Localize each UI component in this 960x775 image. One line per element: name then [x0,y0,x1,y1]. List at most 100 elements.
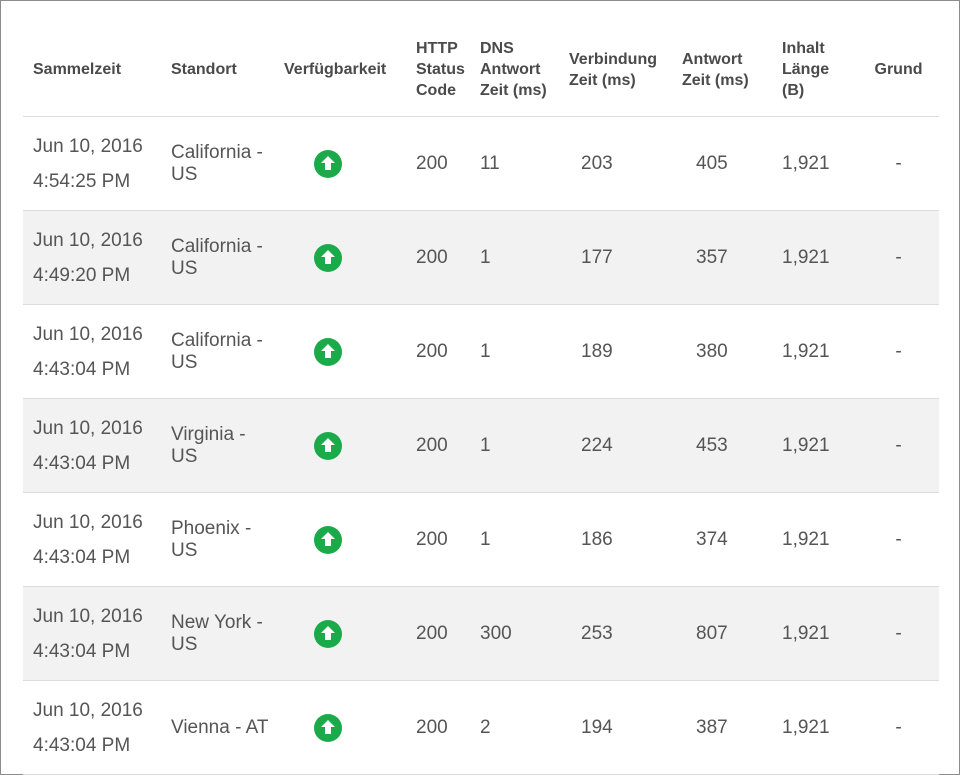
date-text: Jun 10, 2016 [33,229,143,251]
cell-connect-time: 177 [559,210,672,305]
cell-sammelzeit: Jun 10, 2016 4:43:04 PM [23,398,161,493]
cell-verfuegbarkeit [274,398,406,493]
header-inhalt[interactable]: Inhalt Länge (B) [772,23,858,117]
header-http-status[interactable]: HTTP Status Code [406,23,470,117]
date-text: Jun 10, 2016 [33,417,143,439]
cell-connect-time: 186 [559,492,672,587]
cell-status-code: 200 [406,398,470,493]
table-row[interactable]: Jun 10, 2016 4:54:25 PM California - US 2… [23,116,939,211]
cell-standort: California - US [161,210,274,305]
time-text: 4:43:04 PM [33,734,131,756]
table-row[interactable]: Jun 10, 2016 4:43:04 PM Vienna - AT 200 2… [23,680,939,775]
table-row[interactable]: Jun 10, 2016 4:43:04 PM New York - US 200… [23,586,939,681]
table-row[interactable]: Jun 10, 2016 4:43:04 PM Virginia - US 200… [23,398,939,493]
header-verfuegbarkeit[interactable]: Verfügbarkeit [274,23,406,117]
header-row: Sammelzeit Standort Verfügbarkeit HTTP St… [23,23,939,117]
cell-verfuegbarkeit [274,586,406,681]
table-row[interactable]: Jun 10, 2016 4:43:04 PM Phoenix - US 200 … [23,492,939,587]
results-panel: Sammelzeit Standort Verfügbarkeit HTTP St… [0,0,960,775]
up-arrow-icon [314,243,342,272]
up-arrow-icon [314,149,342,178]
cell-content-length: 1,921 [772,398,858,493]
time-text: 4:49:20 PM [33,264,131,286]
header-line: Inhalt [782,40,825,57]
cell-dns-time: 1 [470,398,559,493]
cell-status-code: 200 [406,680,470,775]
cell-content-length: 1,921 [772,304,858,399]
cell-connect-time: 194 [559,680,672,775]
cell-status-code: 200 [406,116,470,211]
cell-dns-time: 300 [470,586,559,681]
cell-dns-time: 1 [470,304,559,399]
cell-verfuegbarkeit [274,304,406,399]
header-line: Status [416,61,465,78]
cell-status-code: 200 [406,210,470,305]
time-text: 4:43:04 PM [33,546,131,568]
up-arrow-icon [314,525,342,554]
header-grund[interactable]: Grund [858,23,939,117]
up-arrow-icon [314,713,342,742]
header-dns[interactable]: DNS Antwort Zeit (ms) [470,23,559,117]
cell-content-length: 1,921 [772,492,858,587]
header-line: Länge [782,61,830,78]
date-text: Jun 10, 2016 [33,135,143,157]
header-line: Zeit (ms) [480,82,547,99]
cell-content-length: 1,921 [772,116,858,211]
cell-dns-time: 1 [470,210,559,305]
cell-status-code: 200 [406,492,470,587]
cell-sammelzeit: Jun 10, 2016 4:43:04 PM [23,492,161,587]
header-line: Zeit (ms) [682,71,749,89]
cell-reason: - [858,680,939,775]
cell-content-length: 1,921 [772,210,858,305]
header-line: Code [416,82,456,99]
header-verbindung[interactable]: Verbindung Zeit (ms) [559,23,672,117]
header-line: DNS [480,40,514,57]
up-arrow-icon [314,619,342,648]
time-text: 4:43:04 PM [33,640,131,662]
time-text: 4:43:04 PM [33,358,131,380]
cell-content-length: 1,921 [772,586,858,681]
cell-dns-time: 1 [470,492,559,587]
up-arrow-icon [314,337,342,366]
header-sammelzeit[interactable]: Sammelzeit [23,23,161,117]
cell-verfuegbarkeit [274,680,406,775]
cell-standort: Virginia - US [161,398,274,493]
cell-sammelzeit: Jun 10, 2016 4:54:25 PM [23,116,161,211]
cell-connect-time: 253 [559,586,672,681]
cell-response-time: 405 [672,116,772,211]
time-text: 4:43:04 PM [33,452,131,474]
header-standort[interactable]: Standort [161,23,274,117]
cell-content-length: 1,921 [772,680,858,775]
cell-connect-time: 189 [559,304,672,399]
table-row[interactable]: Jun 10, 2016 4:49:20 PM California - US 2… [23,210,939,305]
header-line: HTTP [416,40,458,57]
cell-response-time: 387 [672,680,772,775]
cell-standort: Phoenix - US [161,492,274,587]
cell-sammelzeit: Jun 10, 2016 4:43:04 PM [23,586,161,681]
date-text: Jun 10, 2016 [33,323,143,345]
cell-standort: California - US [161,116,274,211]
cell-standort: California - US [161,304,274,399]
header-antwort[interactable]: Antwort Zeit (ms) [672,23,772,117]
cell-verfuegbarkeit [274,116,406,211]
cell-standort: Vienna - AT [161,680,274,775]
cell-response-time: 374 [672,492,772,587]
cell-sammelzeit: Jun 10, 2016 4:43:04 PM [23,680,161,775]
header-line: (B) [782,82,805,99]
cell-reason: - [858,210,939,305]
cell-reason: - [858,116,939,211]
up-arrow-icon [314,431,342,460]
cell-standort: New York - US [161,586,274,681]
header-line: Verbindung [569,50,657,68]
cell-sammelzeit: Jun 10, 2016 4:43:04 PM [23,304,161,399]
cell-status-code: 200 [406,586,470,681]
cell-verfuegbarkeit [274,210,406,305]
date-text: Jun 10, 2016 [33,605,143,627]
table-row[interactable]: Jun 10, 2016 4:43:04 PM California - US 2… [23,304,939,399]
cell-response-time: 807 [672,586,772,681]
cell-reason: - [858,586,939,681]
header-line: Antwort [480,61,541,78]
date-text: Jun 10, 2016 [33,511,143,533]
cell-connect-time: 203 [559,116,672,211]
cell-connect-time: 224 [559,398,672,493]
